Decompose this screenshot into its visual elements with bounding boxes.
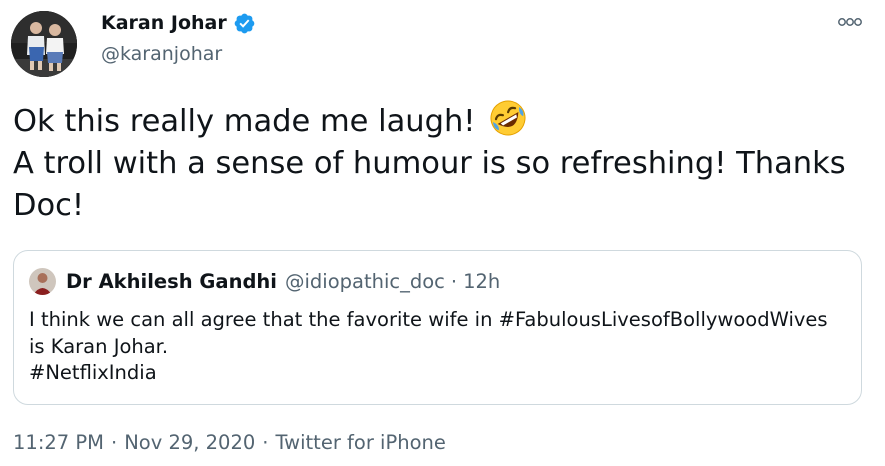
quoted-tweet-text: I think we can all agree that the favori… bbox=[29, 307, 849, 387]
quoted-separator: · bbox=[450, 269, 458, 293]
quoted-tweet-header: Dr Akhilesh Gandhi @idiopathic_doc · 12h bbox=[29, 266, 500, 296]
tweet-line-3: Doc! bbox=[13, 188, 85, 223]
tweet-source[interactable]: Twitter for iPhone bbox=[275, 431, 445, 454]
author-avatar[interactable] bbox=[11, 11, 77, 77]
verified-badge-icon bbox=[234, 13, 255, 33]
footer-separator-2: · bbox=[262, 431, 269, 454]
quoted-author-name[interactable]: Dr Akhilesh Gandhi bbox=[66, 270, 277, 293]
tweet-line-1: Ok this really made me laugh! bbox=[13, 98, 873, 143]
quoted-tweet-card[interactable]: Dr Akhilesh Gandhi @idiopathic_doc · 12h… bbox=[13, 250, 862, 405]
tweet-text: Ok this really made me laugh! A troll wi… bbox=[13, 98, 873, 227]
author-name-row[interactable]: Karan Johar bbox=[101, 10, 256, 36]
quoted-timestamp[interactable]: 12h bbox=[463, 270, 500, 293]
tweet-line-1-text: Ok this really made me laugh! bbox=[13, 104, 476, 139]
quoted-line-1: I think we can all agree that the favori… bbox=[29, 308, 828, 331]
quoted-line-2: is Karan Johar. bbox=[29, 334, 169, 358]
tweet-date[interactable]: Nov 29, 2020 bbox=[124, 431, 255, 454]
quoted-author-handle[interactable]: @idiopathic_doc bbox=[285, 270, 445, 293]
tweet-line-2: A troll with a sense of humour is so ref… bbox=[13, 146, 846, 181]
tweet-footer: 11:27 PM · Nov 29, 2020 · Twitter for iPhone bbox=[13, 430, 446, 456]
author-display-name[interactable]: Karan Johar bbox=[101, 10, 227, 36]
more-options-icon[interactable] bbox=[834, 12, 866, 32]
author-handle[interactable]: @karanjohar bbox=[101, 42, 222, 66]
quoted-author-avatar[interactable] bbox=[29, 267, 56, 295]
profile-photo bbox=[11, 11, 77, 77]
quoted-profile-photo bbox=[29, 267, 56, 295]
footer-separator-1: · bbox=[110, 431, 118, 454]
rolling-on-floor-laughing-emoji-icon bbox=[490, 100, 526, 136]
quoted-line-3: #NetflixIndia bbox=[29, 361, 157, 384]
tweet-time[interactable]: 11:27 PM bbox=[13, 431, 104, 454]
